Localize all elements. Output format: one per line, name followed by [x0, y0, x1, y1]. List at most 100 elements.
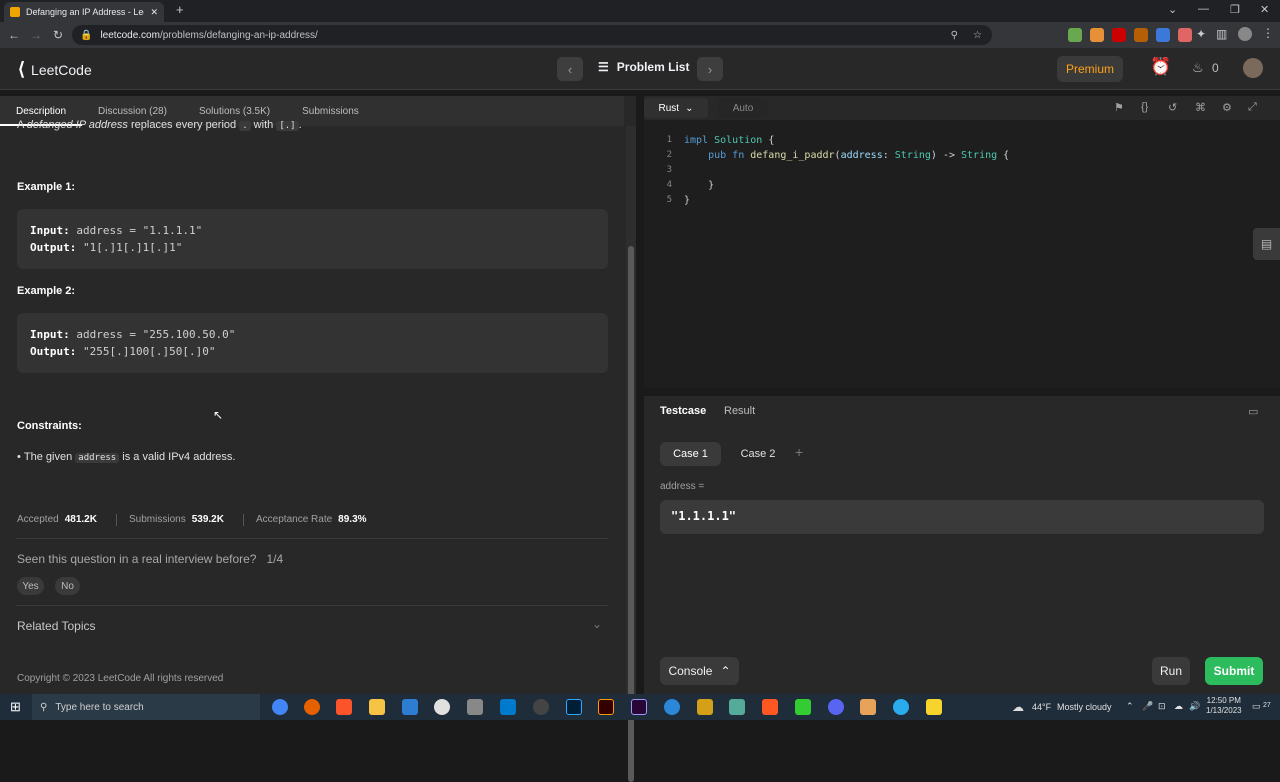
- premiere-icon[interactable]: [631, 699, 647, 715]
- user-avatar[interactable]: [1243, 58, 1263, 78]
- powershell-icon[interactable]: [402, 699, 418, 715]
- tab-result[interactable]: Result: [724, 405, 755, 417]
- panel-resizer[interactable]: [644, 388, 1280, 396]
- tab-description[interactable]: Description: [0, 106, 82, 117]
- app-icon[interactable]: [729, 699, 745, 715]
- streak-flame-icon[interactable]: ♨: [1192, 60, 1204, 76]
- premium-button[interactable]: Premium: [1057, 56, 1123, 82]
- chrome-icon[interactable]: [272, 699, 288, 715]
- app-icon[interactable]: [762, 699, 778, 715]
- chevron-down-icon[interactable]: ⌄: [592, 617, 602, 631]
- minimize-icon[interactable]: —: [1198, 3, 1209, 15]
- case-1-tab[interactable]: Case 1: [660, 442, 721, 466]
- inline-code: .: [239, 121, 251, 131]
- fullscreen-icon[interactable]: ⤢: [1248, 101, 1257, 114]
- clock[interactable]: 12:50 PM 1/13/2023: [1206, 696, 1242, 716]
- back-icon[interactable]: ←: [5, 28, 23, 42]
- taskbar-search[interactable]: ⚲ Type here to search: [32, 694, 260, 720]
- app-icon[interactable]: [434, 699, 450, 715]
- prev-problem-button[interactable]: ‹: [557, 57, 583, 81]
- bookmark-icon[interactable]: ⚑: [1114, 101, 1124, 114]
- firefox-icon[interactable]: [304, 699, 320, 715]
- app-icon[interactable]: [664, 699, 680, 715]
- vscode-icon[interactable]: [500, 699, 516, 715]
- no-button[interactable]: No: [55, 577, 80, 595]
- photoshop-icon[interactable]: [566, 699, 582, 715]
- network-icon[interactable]: ⊡: [1158, 701, 1166, 712]
- leetcode-logo[interactable]: ⟨ LeetCode: [18, 59, 92, 80]
- brave-icon[interactable]: [336, 699, 352, 715]
- app-icon[interactable]: [533, 699, 549, 715]
- close-tab-icon[interactable]: ✕: [150, 7, 158, 18]
- microphone-icon[interactable]: 🎤: [1142, 701, 1153, 712]
- tray-chevron-icon[interactable]: ⌃: [1126, 701, 1134, 712]
- maximize-icon[interactable]: ❐: [1230, 3, 1240, 16]
- shortcuts-icon[interactable]: ⌘: [1195, 101, 1206, 114]
- weather-temp[interactable]: 44°F: [1032, 702, 1051, 712]
- tab-discussion[interactable]: Discussion (28): [82, 106, 183, 117]
- timer-alarm-icon[interactable]: ⏰: [1150, 57, 1171, 77]
- language-select[interactable]: Rust ⌄: [644, 98, 708, 118]
- volume-icon[interactable]: 🔊: [1189, 701, 1200, 712]
- browser-tab-strip: Defanging an IP Address - LeetC ✕ + ⌄ — …: [0, 0, 1280, 22]
- tab-submissions[interactable]: Submissions: [286, 106, 375, 117]
- window-close-icon[interactable]: ✕: [1260, 3, 1269, 16]
- sidepanel-icon[interactable]: ▥: [1216, 27, 1227, 41]
- extension-icon[interactable]: [1156, 28, 1170, 42]
- reset-icon[interactable]: ↺: [1168, 101, 1177, 114]
- notes-icon[interactable]: ▤: [1253, 228, 1280, 260]
- extension-icon[interactable]: [1112, 28, 1126, 42]
- auto-mode-button[interactable]: Auto: [718, 98, 768, 118]
- sticky-notes-icon[interactable]: [926, 699, 942, 715]
- extension-icon[interactable]: [1090, 28, 1104, 42]
- windows-start-icon[interactable]: ⊞: [10, 699, 21, 715]
- format-braces-icon[interactable]: {}: [1141, 101, 1148, 113]
- tab-solutions[interactable]: Solutions (3.5K): [183, 106, 286, 117]
- app-icon[interactable]: [860, 699, 876, 715]
- browser-tab[interactable]: Defanging an IP Address - LeetC ✕: [4, 2, 164, 22]
- extension-icon[interactable]: [1068, 28, 1082, 42]
- accepted-value: 481.2K: [64, 514, 97, 525]
- notifications-icon[interactable]: ▭: [1252, 701, 1261, 712]
- extension-icon[interactable]: [1134, 28, 1148, 42]
- yes-button[interactable]: Yes: [17, 577, 44, 595]
- intro-text: A: [17, 120, 27, 131]
- case-2-tab[interactable]: Case 2: [729, 442, 787, 466]
- address-bar[interactable]: 🔒 leetcode.com/problems/defanging-an-ip-…: [72, 25, 992, 45]
- telegram-icon[interactable]: [893, 699, 909, 715]
- add-case-icon[interactable]: +: [795, 444, 803, 460]
- zoom-icon[interactable]: ⚲: [951, 30, 958, 41]
- run-button[interactable]: Run: [1152, 657, 1190, 685]
- discord-icon[interactable]: [828, 699, 844, 715]
- cloud-sync-icon[interactable]: ☁: [1174, 701, 1183, 712]
- forward-icon[interactable]: →: [27, 28, 45, 42]
- app-icon[interactable]: [467, 699, 483, 715]
- app-icon[interactable]: [697, 699, 713, 715]
- address-input[interactable]: "1.1.1.1": [660, 500, 1264, 534]
- related-topics[interactable]: Related Topics: [17, 619, 96, 633]
- reload-icon[interactable]: ↻: [49, 28, 67, 42]
- weather-text[interactable]: Mostly cloudy: [1057, 702, 1112, 712]
- collapse-panel-icon[interactable]: ▭: [1248, 405, 1258, 418]
- next-problem-button[interactable]: ›: [697, 57, 723, 81]
- menu-kebab-icon[interactable]: ⋮: [1262, 26, 1274, 40]
- interview-question-text: Seen this question in a real interview b…: [17, 552, 257, 566]
- tab-testcase[interactable]: Testcase: [660, 405, 706, 417]
- app-icon[interactable]: [795, 699, 811, 715]
- profile-avatar[interactable]: [1238, 27, 1252, 41]
- rate-value: 89.3%: [338, 514, 367, 525]
- extension-icon[interactable]: [1178, 28, 1192, 42]
- settings-gear-icon[interactable]: ⚙: [1222, 101, 1232, 114]
- new-tab-icon[interactable]: +: [176, 2, 184, 17]
- file-explorer-icon[interactable]: [369, 699, 385, 715]
- illustrator-icon[interactable]: [598, 699, 614, 715]
- extensions-puzzle-icon[interactable]: ✦: [1196, 27, 1206, 41]
- bookmark-star-icon[interactable]: ☆: [973, 30, 982, 41]
- console-button[interactable]: Console ⌃: [660, 657, 739, 685]
- problem-list-button[interactable]: ☰ Problem List: [598, 60, 689, 74]
- code-area[interactable]: impl Solution { pub fn defang_i_paddr(ad…: [684, 133, 1009, 208]
- weather-cloud-icon[interactable]: ☁: [1012, 700, 1024, 714]
- tab-search-icon[interactable]: ⌄: [1168, 3, 1177, 16]
- submit-button[interactable]: Submit: [1205, 657, 1263, 685]
- copyright: Copyright © 2023 LeetCode All rights res…: [17, 673, 224, 684]
